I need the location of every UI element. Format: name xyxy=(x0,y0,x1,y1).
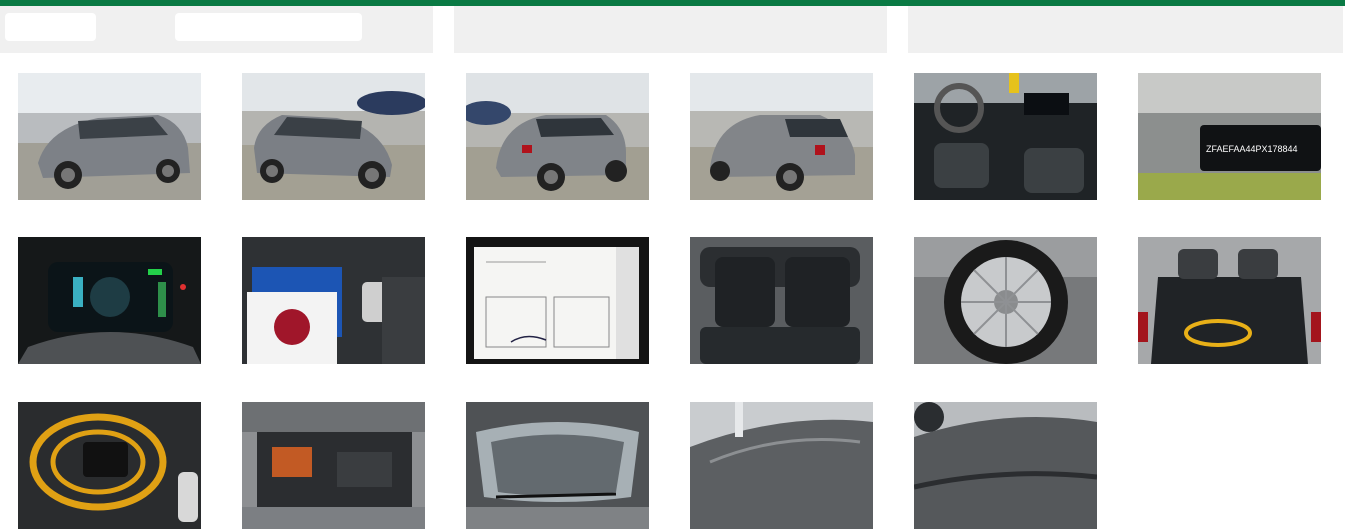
filter-field-2[interactable] xyxy=(175,13,362,41)
photo-vin-plate[interactable]: ZFAEFAA44PX178844 xyxy=(1138,73,1321,200)
photo-rear-right-exterior[interactable] xyxy=(690,73,873,200)
photo-trunk[interactable] xyxy=(1138,237,1321,364)
filter-header-left xyxy=(0,6,433,53)
photo-rear-left-exterior[interactable] xyxy=(466,73,649,200)
filter-header-middle xyxy=(454,6,887,53)
filter-header-right xyxy=(908,6,1343,53)
photo-windshield[interactable] xyxy=(466,402,649,529)
photo-front-right-exterior[interactable] xyxy=(242,73,425,200)
photo-dashboard-interior[interactable] xyxy=(914,73,1097,200)
vin-text: ZFAEFAA44PX178844 xyxy=(1206,144,1298,154)
photo-front-left-exterior[interactable] xyxy=(18,73,201,200)
photo-instrument-cluster[interactable] xyxy=(18,237,201,364)
filter-field-1[interactable] xyxy=(5,13,96,41)
photo-service-document[interactable] xyxy=(466,237,649,364)
photo-charging-cable[interactable] xyxy=(18,402,201,529)
photo-engine-bay[interactable] xyxy=(242,402,425,529)
photo-rear-seats[interactable] xyxy=(690,237,873,364)
photo-wheel[interactable] xyxy=(914,237,1097,364)
photo-roof-rear[interactable] xyxy=(914,402,1097,529)
photo-roof-front[interactable] xyxy=(690,402,873,529)
photo-keys-and-manual[interactable] xyxy=(242,237,425,364)
